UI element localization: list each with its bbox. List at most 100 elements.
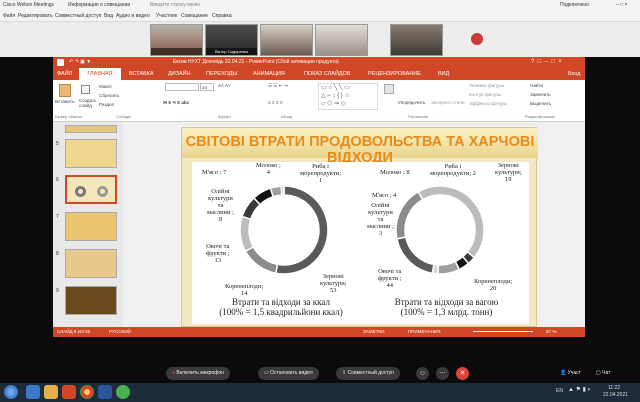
start-button-icon[interactable]: [4, 385, 18, 399]
webex-icon[interactable]: [116, 385, 130, 399]
share-icon: ⇪: [342, 370, 347, 376]
tab-file[interactable]: ФАЙЛ: [57, 68, 72, 80]
shapes-gallery[interactable]: ▭ ○ ╲ ╲ ▭ △ ⌐ ↕ { } ☆ ▱ ⬠ ⇒ ◇: [318, 83, 378, 110]
chrome-icon[interactable]: [80, 385, 94, 399]
label-fish-right: Риба і морепродукти; 2: [430, 163, 476, 177]
new-slide-button[interactable]: Создать слайд: [79, 98, 99, 108]
meeting-info-tab[interactable]: Информация о совещании: [68, 0, 130, 11]
slide-thumbnail[interactable]: [65, 125, 117, 133]
tab-slideshow[interactable]: ПОКАЗ СЛАЙДОВ: [304, 68, 351, 80]
new-slide-icon[interactable]: [81, 85, 90, 94]
tab-review[interactable]: РЕЦЕНЗИРОВАНИЕ: [368, 68, 421, 80]
zoom-slider[interactable]: [473, 331, 533, 332]
font-size-field[interactable]: 24: [200, 83, 214, 91]
label-milk-left: Молоко ; 4: [256, 162, 281, 176]
menu-edit[interactable]: Редактировать: [18, 11, 53, 22]
ppt-logo-icon: [57, 59, 64, 66]
participant-tile[interactable]: [260, 24, 313, 56]
shape-effects-button[interactable]: Эффекты фигуры: [469, 101, 507, 106]
tab-insert[interactable]: ВСТАВКА: [129, 68, 154, 80]
screen: { "webex":{"title":"Cisco Webex Meetings…: [0, 0, 640, 402]
webex-titlebar: Cisco Webex Meetings Информация о совеща…: [0, 0, 640, 11]
label-roots-right: Коренеплоди; 20: [474, 278, 513, 292]
menu-audio-video[interactable]: Аудио и видео: [116, 11, 150, 22]
self-avatar[interactable]: [471, 33, 483, 45]
label-meat-left: М'ясо ; 7: [202, 169, 227, 176]
quick-styles-button[interactable]: Экспресс-стили: [431, 100, 465, 105]
more-options-button[interactable]: ⋯: [436, 367, 449, 380]
comments-button[interactable]: ПРИМЕЧАНИЯ: [408, 327, 441, 337]
chat-icon: ▢: [596, 370, 601, 376]
slide: СВІТОВІ ВТРАТИ ПРОДОВОЛЬСТВА ТА ХАРЧОВІ …: [181, 127, 538, 327]
participant-tile[interactable]: Віктор Сидоренко: [205, 24, 258, 56]
menu-search-input[interactable]: Введите строку меню: [150, 0, 200, 11]
donut-slice: [417, 185, 485, 259]
stop-video-button[interactable]: ▭ Остановить видео: [258, 367, 319, 380]
group-paragraph: Абзац: [281, 114, 293, 119]
menu-file[interactable]: Файл: [3, 11, 15, 22]
share-margin-right: [585, 57, 640, 327]
group-editing: Редактирование: [525, 114, 556, 119]
unmute-button[interactable]: ● Включить микрофон: [166, 367, 230, 380]
participant-tile[interactable]: [390, 24, 443, 56]
slide-counter: СЛАЙД 6 ИЗ 55: [57, 329, 91, 334]
tray-icons[interactable]: ▲ ⚑ ▮ ◐: [568, 386, 591, 393]
connection-status: Подключено: [560, 2, 589, 8]
paste-button[interactable]: Вставить: [55, 99, 74, 104]
caption-kcal: Втрати та відходи за ккал (100% = 1,5 кв…: [219, 297, 343, 317]
window-controls[interactable]: – □ ×: [616, 0, 628, 11]
menu-share[interactable]: Совместный доступ: [55, 11, 101, 22]
zoom-level[interactable]: 57 %: [546, 327, 556, 337]
align-buttons[interactable]: ≡ ≡ ≡ ≡: [268, 100, 283, 105]
participants-button[interactable]: 👤 Участ: [560, 367, 581, 380]
label-oilseeds-left: Олійні культури та маслини ; 8: [207, 188, 234, 223]
notes-button[interactable]: ЗАМЕТКИ: [363, 327, 385, 337]
slide-thumbnail[interactable]: [65, 212, 117, 241]
ppt-window-controls[interactable]: ? □ – □ ×: [531, 57, 562, 68]
participant-tile[interactable]: [315, 24, 368, 56]
word-icon[interactable]: [98, 385, 112, 399]
language-status[interactable]: РУССКИЙ: [109, 327, 131, 337]
font-name-field[interactable]: [165, 83, 199, 91]
find-button[interactable]: Найти: [530, 83, 543, 88]
quick-access-icons[interactable]: ↶ ↷ ▣ ▼: [69, 57, 91, 68]
reset-button[interactable]: Сбросить: [99, 93, 119, 98]
tab-animation[interactable]: АНИМАЦИЯ: [253, 68, 285, 80]
signin-link[interactable]: Вход: [568, 68, 580, 80]
font-style-buttons[interactable]: Ж К Ч S abc: [163, 100, 189, 105]
tab-design[interactable]: ДИЗАЙН: [168, 68, 191, 80]
slide-thumbnail[interactable]: [65, 249, 117, 278]
paste-icon[interactable]: [59, 84, 71, 97]
input-language[interactable]: EN: [556, 388, 563, 394]
powerpoint-icon[interactable]: [62, 385, 76, 399]
tab-home[interactable]: ГЛАВНАЯ: [79, 68, 121, 80]
slide-thumbnails: 5 6 7 8 9: [53, 122, 123, 327]
list-buttons[interactable]: ☰ ☰ ⇤ ⇥: [268, 83, 288, 89]
folder-icon[interactable]: [44, 385, 58, 399]
arrange-button[interactable]: Упорядочить: [398, 100, 425, 105]
menu-participant[interactable]: Участник: [156, 11, 177, 22]
section-button[interactable]: Раздел: [99, 102, 114, 107]
shape-fill-button[interactable]: Заливка фигуры: [469, 83, 504, 88]
menu-help[interactable]: Справка: [212, 11, 232, 22]
font-size-grow-buttons[interactable]: A˄ A˅: [218, 83, 231, 88]
reactions-button[interactable]: ☺: [416, 367, 429, 380]
replace-button[interactable]: Заменить: [530, 92, 551, 97]
share-button[interactable]: ⇪ Совместный доступ: [336, 367, 400, 380]
select-button[interactable]: Выделить: [530, 101, 551, 106]
participant-tile[interactable]: [150, 24, 203, 56]
slide-thumbnail-active[interactable]: [65, 175, 117, 204]
menu-view[interactable]: Вид: [104, 11, 113, 22]
menu-meeting[interactable]: Совещание: [181, 11, 208, 22]
tab-view[interactable]: ВИД: [438, 68, 449, 80]
leave-meeting-button[interactable]: ✕: [456, 367, 469, 380]
slide-thumbnail[interactable]: [65, 286, 117, 315]
arrange-icon[interactable]: [384, 84, 394, 94]
layout-button[interactable]: Макет: [99, 84, 112, 89]
ie-icon[interactable]: [26, 385, 40, 399]
shape-outline-button[interactable]: Контур фигуры: [469, 92, 501, 97]
ppt-window-title: Ексив НУХТ Доповідь 22.04.21 - PowerPoin…: [173, 59, 339, 65]
slide-thumbnail[interactable]: [65, 139, 117, 168]
ppt-titlebar: ↶ ↷ ▣ ▼ Ексив НУХТ Доповідь 22.04.21 - P…: [53, 57, 585, 68]
tab-transitions[interactable]: ПЕРЕХОДЫ: [206, 68, 237, 80]
